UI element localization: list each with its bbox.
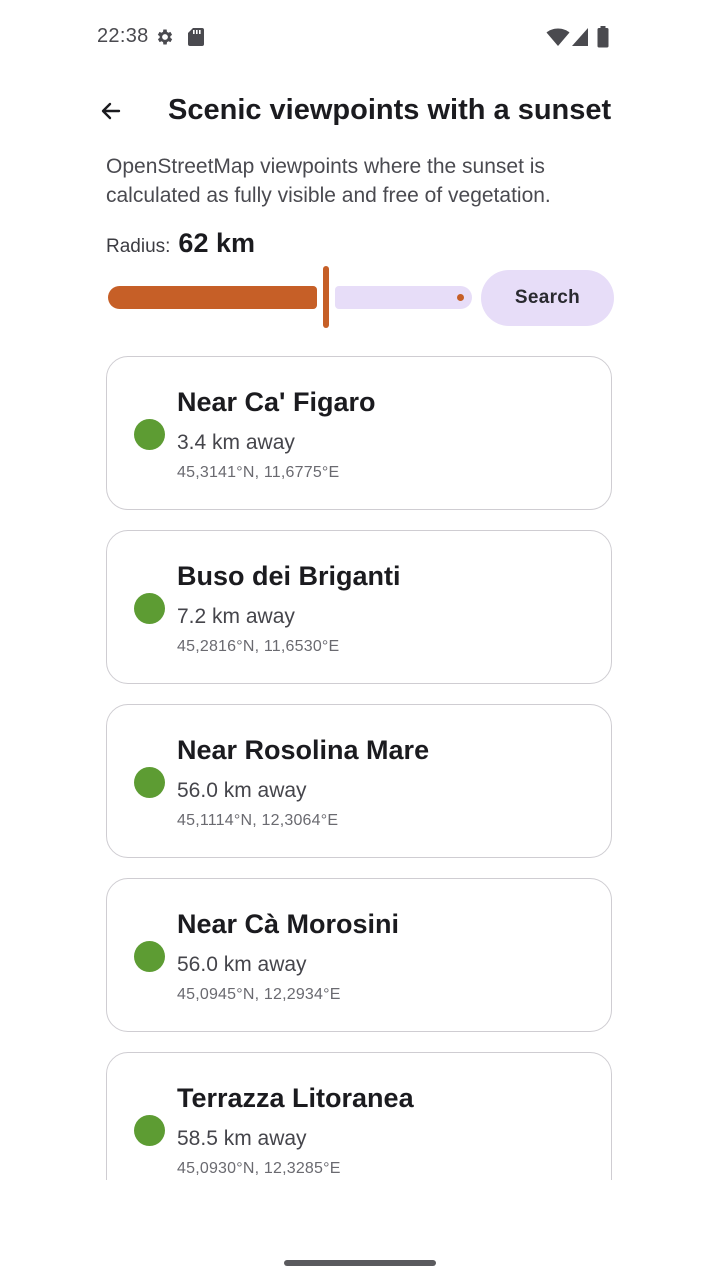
cell-signal-icon [571, 27, 589, 52]
sd-card-icon [187, 27, 205, 52]
home-indicator[interactable] [284, 1260, 436, 1266]
page-title: Scenic viewpoints with a sunset [168, 94, 612, 126]
viewpoint-coordinates: 45,1114°N, 12,3064°E [177, 812, 339, 829]
viewpoint-distance: 58.5 km away [177, 1127, 307, 1150]
viewpoint-coordinates: 45,0945°N, 12,2934°E [177, 986, 341, 1003]
viewpoint-card[interactable]: Near Ca' Figaro 3.4 km away 45,3141°N, 11,… [106, 356, 612, 510]
visibility-status-dot [134, 593, 165, 624]
screen: 22:38 Scenic viewpoints with a sunset Op… [0, 0, 720, 1280]
viewpoint-card[interactable]: Buso dei Briganti 7.2 km away 45,2816°N, 1… [106, 530, 612, 684]
gear-icon [155, 27, 175, 52]
viewpoint-name: Near Ca' Figaro [177, 387, 376, 417]
arrow-back-icon [99, 99, 123, 128]
radius-row: Radius: 62 km [106, 228, 255, 259]
description-text: OpenStreetMap viewpoints where the sunse… [106, 155, 551, 207]
radius-label: Radius: [106, 236, 171, 257]
viewpoint-list[interactable]: Near Ca' Figaro 3.4 km away 45,3141°N, 11,… [0, 340, 720, 1180]
viewpoint-distance: 7.2 km away [177, 605, 295, 628]
viewpoint-coordinates: 45,0930°N, 12,3285°E [177, 1160, 341, 1177]
radius-value: 62 km [178, 228, 255, 258]
status-bar: 22:38 [0, 0, 720, 72]
viewpoint-name: Near Cà Morosini [177, 909, 400, 939]
visibility-status-dot [134, 1115, 165, 1146]
viewpoint-distance: 56.0 km away [177, 779, 307, 802]
visibility-status-dot [134, 941, 165, 972]
viewpoint-name: Buso dei Briganti [177, 561, 401, 591]
viewpoint-name: Terrazza Litoranea [177, 1083, 414, 1113]
viewpoint-distance: 3.4 km away [177, 431, 295, 454]
viewpoint-coordinates: 45,2816°N, 11,6530°E [177, 638, 340, 655]
wifi-icon [546, 27, 570, 52]
slider-stop-indicator [457, 294, 464, 301]
viewpoint-coordinates: 45,3141°N, 11,6775°E [177, 464, 340, 481]
battery-icon [597, 26, 609, 53]
viewpoint-card[interactable]: Near Rosolina Mare 56.0 km away 45,1114°N,… [106, 704, 612, 858]
visibility-status-dot [134, 419, 165, 450]
viewpoint-name: Near Rosolina Mare [177, 735, 430, 765]
radius-slider[interactable] [106, 264, 474, 330]
slider-inactive-track [335, 286, 472, 309]
visibility-status-dot [134, 767, 165, 798]
search-button[interactable]: Search [481, 270, 614, 326]
viewpoint-card[interactable]: Near Cà Morosini 56.0 km away 45,0945°N, 1… [106, 878, 612, 1032]
slider-thumb[interactable] [323, 266, 330, 328]
slider-active-track [108, 286, 318, 309]
back-button[interactable] [86, 88, 136, 138]
status-time: 22:38 [97, 25, 149, 47]
viewpoint-card[interactable]: Terrazza Litoranea 58.5 km away 45,0930°N,… [106, 1052, 612, 1180]
viewpoint-distance: 56.0 km away [177, 953, 307, 976]
